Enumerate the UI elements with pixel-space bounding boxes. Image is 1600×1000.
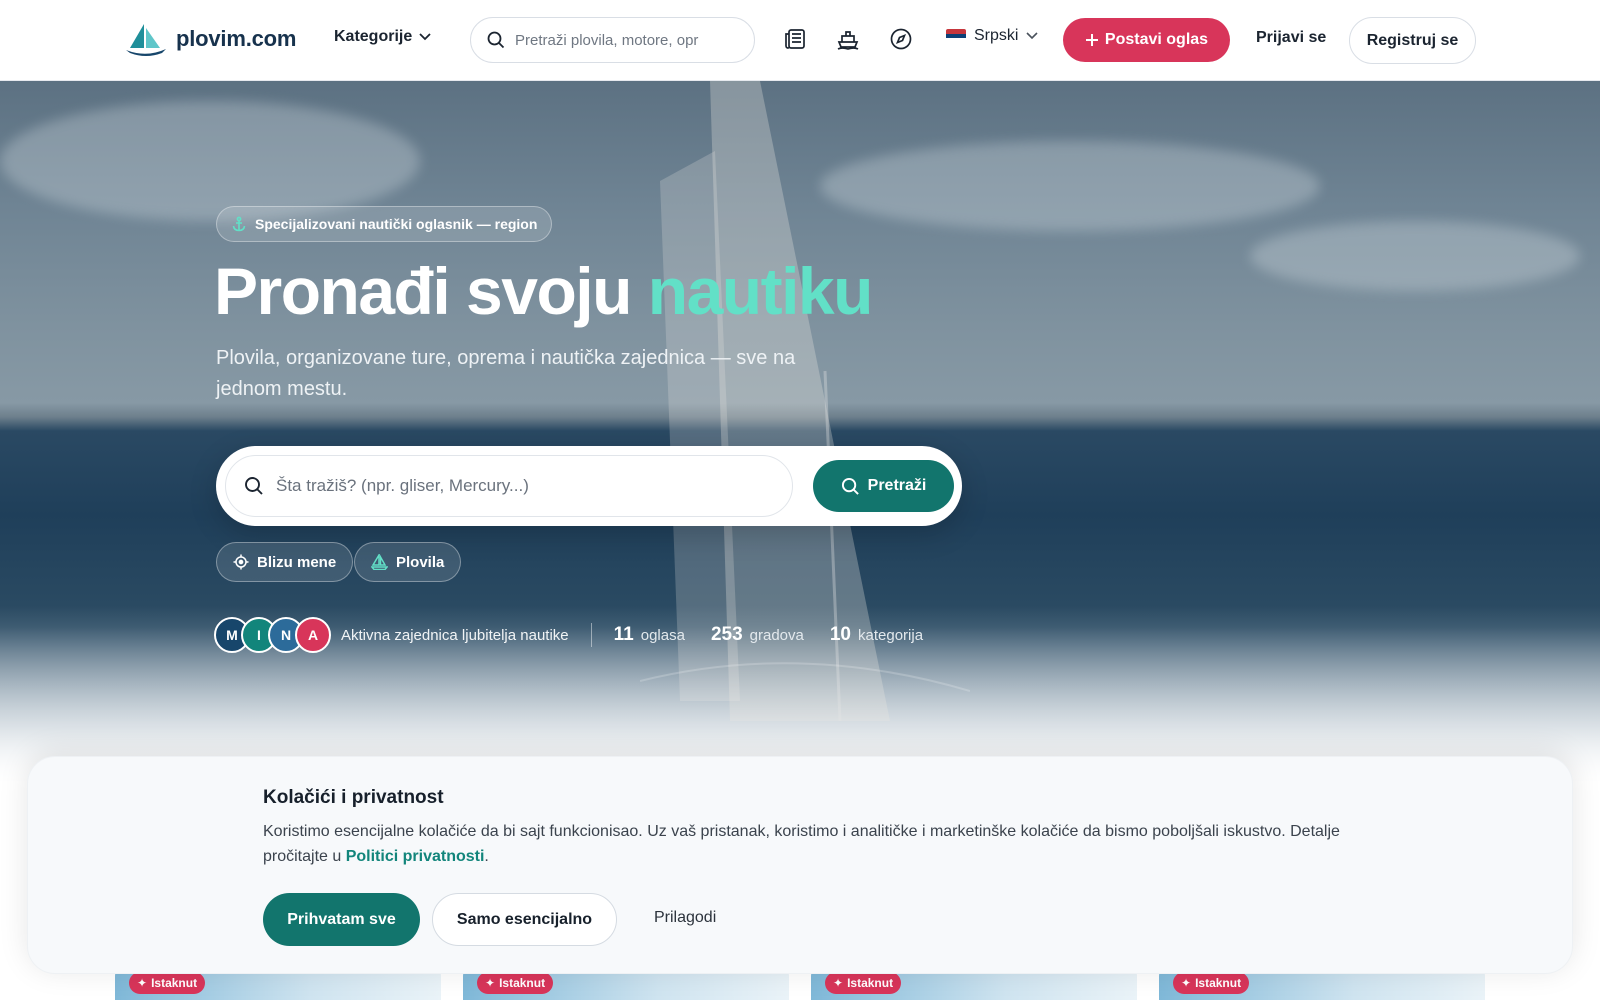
news-icon[interactable] xyxy=(782,26,808,52)
privacy-policy-link[interactable]: Politici privatnosti xyxy=(346,848,485,865)
featured-badge-label: Istaknut xyxy=(151,976,198,990)
hero-title-accent: nautiku xyxy=(647,254,874,328)
featured-badge: ✦ Istaknut xyxy=(129,972,206,994)
avatar: A xyxy=(295,617,331,653)
hero-search-field[interactable] xyxy=(225,455,793,517)
categories-menu[interactable]: Kategorije xyxy=(334,28,431,46)
search-icon xyxy=(487,31,505,49)
boat-icon[interactable] xyxy=(835,26,861,52)
location-icon xyxy=(233,554,249,570)
cookie-banner: Kolačići i privatnost Koristimo esencija… xyxy=(27,756,1573,974)
categories-label: Kategorije xyxy=(334,28,413,45)
hero-title: Pronađi svoju nautiku xyxy=(214,253,874,329)
hero-badge: Specijalizovani nautički oglasnik — regi… xyxy=(216,206,553,242)
compass-icon[interactable] xyxy=(888,26,914,52)
logo-text: plovim.com xyxy=(176,26,297,51)
search-icon xyxy=(245,477,263,495)
cookie-text: Koristimo esencijalne kolačiće da bi saj… xyxy=(263,819,1343,869)
chevron-down-icon xyxy=(1026,32,1039,40)
stat-cities: 253 gradova xyxy=(711,624,804,646)
community-text: Aktivna zajednica ljubitelja nautike xyxy=(341,626,569,644)
stat-value: 253 xyxy=(710,624,743,645)
cookie-title: Kolačići i privatnost xyxy=(263,787,444,808)
chip-near-me[interactable]: Blizu mene xyxy=(216,542,354,582)
post-ad-label: Postavi oglas xyxy=(1104,31,1209,48)
hero-subtitle: Plovila, organizovane ture, oprema i nau… xyxy=(216,347,796,400)
sparkle-icon: ✦ xyxy=(1181,976,1192,990)
hero-search-bar: Pretraži xyxy=(216,446,962,526)
login-button[interactable]: Prijavi se xyxy=(1256,29,1326,47)
customize-button[interactable]: Prilagodi xyxy=(654,909,716,927)
hero-badge-text: Specijalizovani nautički oglasnik — regi… xyxy=(255,216,538,232)
stat-value: 11 xyxy=(613,624,634,645)
sailboat-logo-icon xyxy=(126,24,166,56)
stat-label: oglasa xyxy=(640,627,685,644)
register-button[interactable]: Registruj se xyxy=(1349,17,1476,64)
stat-label: kategorija xyxy=(858,627,924,644)
chip-vessels[interactable]: Plovila xyxy=(354,542,462,582)
featured-badge: ✦ Istaknut xyxy=(825,972,902,994)
sparkle-icon: ✦ xyxy=(833,976,844,990)
hero-title-main: Pronađi svoju xyxy=(214,254,648,328)
hero-stats: M I N A Aktivna zajednica ljubitelja nau… xyxy=(214,617,949,653)
chip-near-me-label: Blizu mene xyxy=(257,553,337,571)
featured-badge: ✦ Istaknut xyxy=(477,972,554,994)
header-search-input[interactable] xyxy=(515,31,715,49)
featured-badge-label: Istaknut xyxy=(847,976,894,990)
stat-label: gradova xyxy=(749,627,804,644)
anchor-icon xyxy=(232,216,246,232)
hero-cloud xyxy=(0,101,420,221)
chip-vessels-label: Plovila xyxy=(396,553,445,571)
serbian-flag-icon xyxy=(946,29,966,43)
featured-badge-label: Istaknut xyxy=(499,976,546,990)
essential-only-button[interactable]: Samo esencijalno xyxy=(432,893,617,946)
sailboat-icon xyxy=(371,554,388,570)
featured-badge: ✦ Istaknut xyxy=(1173,972,1250,994)
hero-cloud xyxy=(1250,221,1580,291)
featured-badge-label: Istaknut xyxy=(1195,976,1242,990)
stat-categories: 10 kategorija xyxy=(830,624,923,646)
language-label: Srpski xyxy=(974,27,1019,44)
search-icon xyxy=(841,477,859,495)
header-search[interactable] xyxy=(470,17,755,63)
sailboat-background-image xyxy=(640,81,970,722)
hero-search-button[interactable]: Pretraži xyxy=(813,460,954,512)
chevron-down-icon xyxy=(419,33,431,41)
hero-section: Specijalizovani nautički oglasnik — regi… xyxy=(0,81,1600,781)
plus-icon xyxy=(1085,34,1098,46)
sparkle-icon: ✦ xyxy=(485,976,496,990)
stats-divider xyxy=(590,623,592,647)
hero-search-button-label: Pretraži xyxy=(867,477,927,494)
cookie-text-end: . xyxy=(484,848,489,865)
accept-all-button[interactable]: Prihvatam sve xyxy=(263,893,420,946)
language-selector[interactable]: Srpski xyxy=(946,27,1039,45)
stat-listings: 11 oglasa xyxy=(614,624,685,646)
site-logo[interactable]: plovim.com xyxy=(124,22,296,56)
post-ad-button[interactable]: Postavi oglas xyxy=(1063,18,1230,62)
avatar-group: M I N A xyxy=(214,617,331,653)
sparkle-icon: ✦ xyxy=(137,976,148,990)
hero-search-input[interactable] xyxy=(276,476,776,496)
site-header: plovim.com Kategorije Srpski Postavi ogl… xyxy=(0,0,1600,81)
stat-value: 10 xyxy=(829,624,851,645)
